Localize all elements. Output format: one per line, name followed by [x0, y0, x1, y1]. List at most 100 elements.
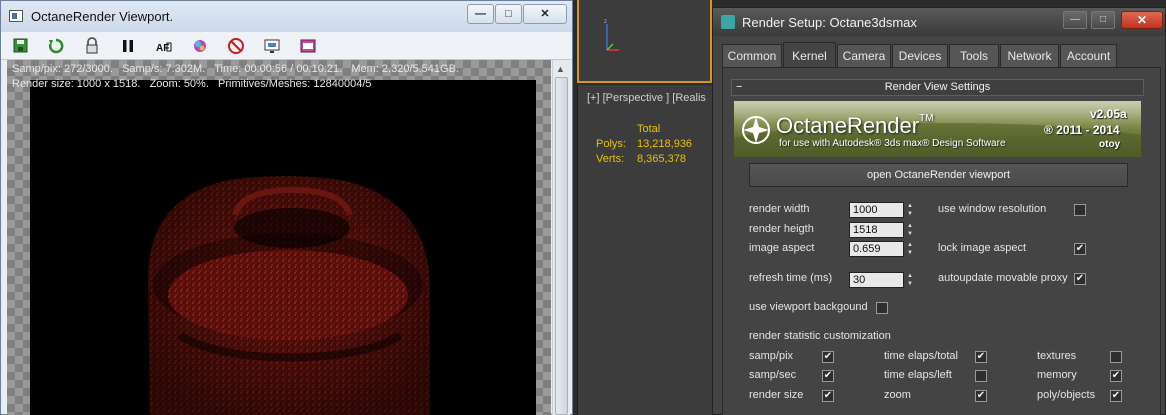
opt-memory-label: memory	[1037, 369, 1077, 381]
render-height-spinner[interactable]: 1518 ▲ ▼	[849, 222, 915, 238]
banner-version: v2.05a	[1090, 107, 1127, 121]
opt-textures-label: textures	[1037, 350, 1077, 362]
close-button[interactable]: ✕	[523, 4, 567, 24]
rs-close-button[interactable]: ✕	[1121, 11, 1163, 29]
render-statistics: Samp/pix: 272/3000. Samp/s: 7.302M. Time…	[12, 62, 459, 92]
render-width-spinner[interactable]: 1000 ▲ ▼	[849, 202, 915, 218]
scrollbar-thumb[interactable]	[555, 77, 568, 415]
scene-statistics: Total Polys: 13,218,936 Verts: 8,365,378	[596, 122, 692, 167]
image-aspect-spinner[interactable]: 0.659 ▲ ▼	[849, 241, 915, 257]
lock-aspect-checkbox[interactable]: ✔	[1074, 243, 1086, 255]
spinner-arrows-icon[interactable]: ▲ ▼	[905, 222, 915, 238]
image-aspect-input[interactable]: 0.659	[849, 241, 904, 257]
opt-poly-objects-checkbox[interactable]: ✔	[1110, 390, 1122, 402]
minimize-button[interactable]: —	[467, 4, 494, 24]
render-setup-titlebar[interactable]: Render Setup: Octane3dsmax — □ ✕	[713, 8, 1165, 36]
rs-maximize-button[interactable]: □	[1091, 11, 1115, 29]
lock-icon[interactable]	[83, 37, 101, 55]
otoy-logo: otoy	[1099, 139, 1121, 150]
vertical-scrollbar[interactable]: ▲	[552, 60, 570, 415]
tab-tools[interactable]: Tools	[949, 44, 999, 68]
render-image	[30, 80, 536, 415]
rs-minimize-button[interactable]: —	[1063, 11, 1087, 29]
tab-network[interactable]: Network	[1000, 44, 1059, 68]
opt-time-left-checkbox[interactable]	[975, 370, 987, 382]
spinner-arrows-icon[interactable]: ▲ ▼	[905, 202, 915, 218]
opt-samp-pix-label: samp/pix	[749, 350, 794, 362]
3dsmax-app-icon	[721, 15, 735, 29]
spinner-arrows-icon[interactable]: ▲ ▼	[905, 272, 915, 288]
opt-textures-checkbox[interactable]	[1110, 351, 1122, 363]
render-height-label: render heigth	[749, 223, 814, 235]
opt-time-left-label: time elaps/left	[884, 369, 952, 381]
refresh-time-spinner[interactable]: 30 ▲ ▼	[849, 272, 915, 288]
banner-years: ® 2011 - 2014	[1044, 123, 1120, 137]
image-aspect-label: image aspect	[749, 242, 815, 254]
render-width-label: render width	[749, 203, 810, 215]
tab-camera[interactable]: Camera	[837, 44, 891, 68]
refresh-time-label: refresh time (ms)	[749, 272, 833, 284]
axis-gizmo-icon: z	[604, 19, 619, 51]
stat-customization-label: render statistic customization	[749, 330, 891, 342]
render-setup-title: Render Setup: Octane3dsmax	[742, 15, 917, 30]
af-focus-icon[interactable]: AF	[155, 37, 173, 55]
collapse-icon[interactable]: −	[736, 80, 742, 95]
section-title: Render View Settings	[884, 81, 991, 93]
refresh-time-input[interactable]: 30	[849, 272, 904, 288]
viewport-title: OctaneRender Viewport.	[31, 9, 174, 24]
kernel-panel: − Render View Settings OctaneRenderTM fo…	[722, 67, 1161, 415]
render-height-input[interactable]: 1518	[849, 222, 904, 238]
viewport-label[interactable]: [+] [Perspective ] [Realis	[587, 92, 706, 104]
svg-text:z: z	[604, 19, 607, 25]
tab-devices[interactable]: Devices	[892, 44, 948, 68]
film-settings-icon[interactable]	[299, 37, 317, 55]
tab-common[interactable]: Common	[722, 44, 782, 68]
polys-value: 13,218,936	[637, 138, 693, 150]
viewport-toolbar: AF	[1, 32, 572, 60]
region-icon[interactable]	[263, 37, 281, 55]
opt-zoom-checkbox[interactable]: ✔	[975, 390, 987, 402]
render-view-settings-header[interactable]: − Render View Settings	[731, 79, 1144, 96]
octane-viewport-window: OctaneRender Viewport. — □ ✕ AF Samp/pix…	[0, 0, 573, 415]
autoupdate-label: autoupdate movable proxy	[938, 272, 1068, 284]
octane-banner: OctaneRenderTM for use with Autodesk® 3d…	[734, 101, 1141, 157]
verts-label: Verts:	[596, 153, 625, 165]
app-window-icon	[9, 10, 23, 22]
use-window-res-checkbox[interactable]	[1074, 204, 1086, 216]
use-viewport-bg-checkbox[interactable]	[876, 302, 888, 314]
opt-samp-pix-checkbox[interactable]: ✔	[822, 351, 834, 363]
opt-time-total-checkbox[interactable]: ✔	[975, 351, 987, 363]
opt-samp-sec-checkbox[interactable]: ✔	[822, 370, 834, 382]
restart-render-icon[interactable]	[47, 37, 65, 55]
maximize-button[interactable]: □	[495, 4, 522, 24]
use-window-res-label: use window resolution	[938, 203, 1047, 215]
stats-line-2: Render size: 1000 x 1518. Zoom: 50%. Pri…	[12, 78, 372, 90]
stats-line-1: Samp/pix: 272/3000. Samp/s: 7.302M. Time…	[12, 63, 459, 75]
opt-zoom-label: zoom	[884, 389, 911, 401]
render-width-input[interactable]: 1000	[849, 202, 904, 218]
scroll-up-arrow-icon[interactable]: ▲	[556, 64, 565, 74]
save-render-icon[interactable]	[12, 37, 30, 55]
clay-mode-icon[interactable]	[227, 37, 245, 55]
opt-memory-checkbox[interactable]: ✔	[1110, 370, 1122, 382]
max-perspective-viewport[interactable]: [+] [Perspective ] [Realis Total Polys: 1…	[577, 85, 712, 415]
tab-account[interactable]: Account	[1060, 44, 1117, 68]
opt-poly-objects-label: poly/objects	[1037, 389, 1096, 401]
render-canvas[interactable]: Samp/pix: 272/3000. Samp/s: 7.302M. Time…	[7, 60, 551, 415]
render-setup-window: Render Setup: Octane3dsmax — □ ✕ Common …	[712, 7, 1166, 415]
use-viewport-bg-label: use viewport backgound	[749, 301, 868, 313]
color-picker-icon[interactable]	[191, 37, 209, 55]
rendered-object	[148, 176, 430, 415]
viewport-titlebar[interactable]: OctaneRender Viewport. — □ ✕	[1, 1, 572, 32]
verts-value: 8,365,378	[637, 153, 686, 165]
opt-render-size-checkbox[interactable]: ✔	[822, 390, 834, 402]
pause-icon[interactable]	[119, 37, 137, 55]
max-top-viewport[interactable]: z	[577, 0, 712, 83]
autoupdate-checkbox[interactable]: ✔	[1074, 273, 1086, 285]
open-viewport-button[interactable]: open OctaneRender viewport	[749, 163, 1128, 187]
desktop: OctaneRender Viewport. — □ ✕ AF Samp/pix…	[0, 0, 1166, 415]
tab-kernel[interactable]: Kernel	[783, 42, 836, 68]
stats-total-header: Total	[637, 123, 661, 135]
opt-time-total-label: time elaps/total	[884, 350, 958, 362]
spinner-arrows-icon[interactable]: ▲ ▼	[905, 241, 915, 257]
